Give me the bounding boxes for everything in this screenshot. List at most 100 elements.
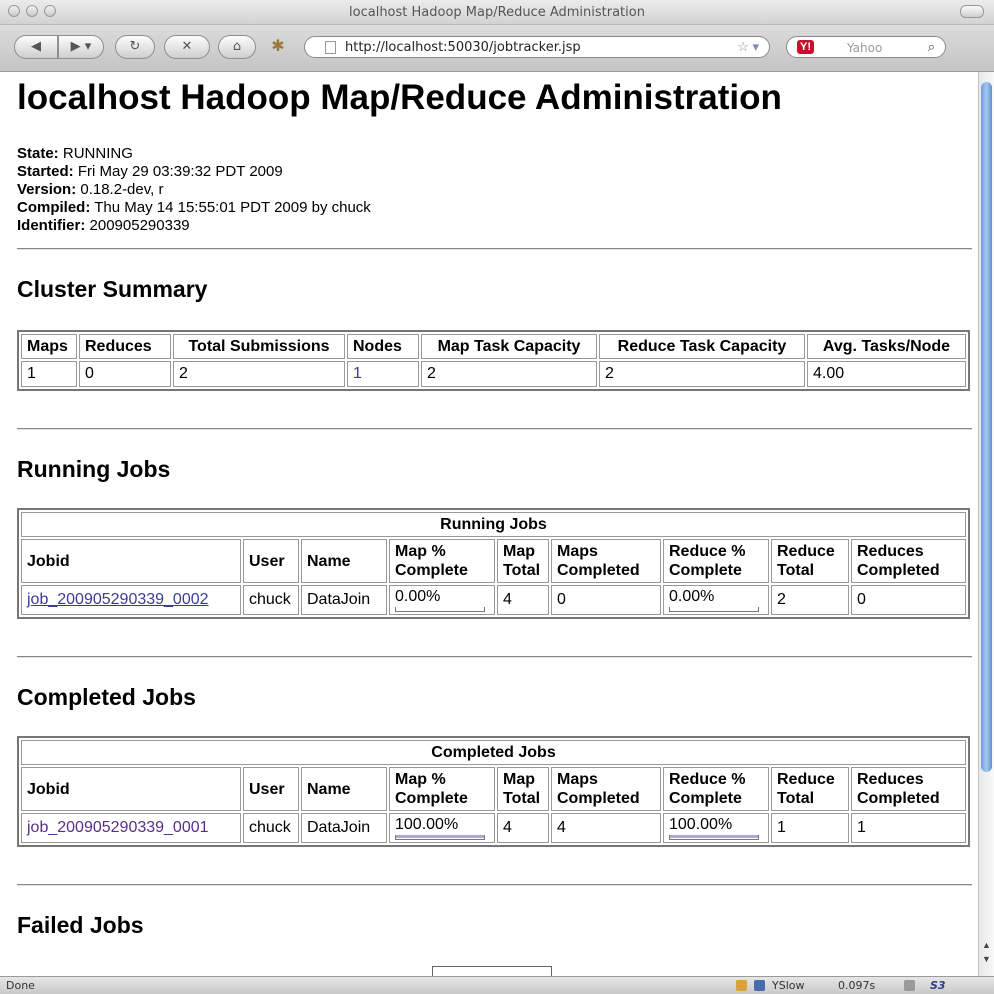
reduces-completed: 0	[851, 585, 966, 615]
divider	[17, 248, 972, 250]
table-row: job_200905290339_0002 chuck DataJoin 0.0…	[21, 585, 966, 615]
running-jobs-table: Running Jobs Jobid User Name Map % Compl…	[17, 508, 970, 619]
toolbar-toggle-button[interactable]	[960, 5, 984, 18]
table-header: Reduce Total	[771, 767, 849, 811]
table-header: User	[243, 539, 299, 583]
load-time: 0.097s	[838, 979, 876, 992]
failed-jobs-table-edge	[432, 966, 552, 976]
page-title: localhost Hadoop Map/Reduce Administrati…	[17, 78, 782, 117]
home-button[interactable]: ⌂	[218, 35, 256, 59]
table-header: Reduces Completed	[851, 767, 966, 811]
table-header: Maps Completed	[551, 767, 661, 811]
reduces-completed: 1	[851, 813, 966, 843]
map-percent: 0.00%	[395, 588, 441, 605]
map-progress-fill	[396, 835, 484, 838]
addon-icon[interactable]	[736, 980, 747, 991]
yslow-label[interactable]: YSlow	[772, 979, 804, 992]
identifier-value: 200905290339	[89, 217, 190, 234]
s3-organizer-icon[interactable]: S3	[930, 979, 946, 992]
table-header: Maps	[21, 334, 77, 359]
map-total: 4	[497, 585, 549, 615]
table-header: Map Task Capacity	[421, 334, 597, 359]
firebug-button[interactable]: ✱	[264, 35, 292, 59]
search-bar[interactable]: Y! Yahoo ⌕	[786, 36, 946, 58]
map-task-capacity: 2	[421, 361, 597, 387]
forward-button[interactable]: ▶ ▾	[58, 35, 104, 59]
nodes-link[interactable]: 1	[353, 365, 362, 382]
table-caption-row: Running Jobs	[21, 512, 966, 537]
reload-button[interactable]: ↻	[115, 35, 155, 59]
map-progress-cell: 0.00%	[389, 585, 495, 615]
scroll-down-arrow-icon[interactable]: ▼	[982, 954, 991, 964]
map-progress-cell: 100.00%	[389, 813, 495, 843]
table-row: job_200905290339_0001 chuck DataJoin 100…	[21, 813, 966, 843]
yslow-icon[interactable]	[754, 980, 765, 991]
maps-completed: 0	[551, 585, 661, 615]
jobtracker-info: State: RUNNING Started: Fri May 29 03:39…	[17, 145, 371, 235]
table-header-row: Jobid User Name Map % Complete Map Total…	[21, 767, 966, 811]
reduce-progress-cell: 100.00%	[663, 813, 769, 843]
table-header-row: Jobid User Name Map % Complete Map Total…	[21, 539, 966, 583]
table-header: Map Total	[497, 539, 549, 583]
started-label: Started:	[17, 163, 74, 180]
divider	[17, 884, 972, 886]
job-id-link[interactable]: job_200905290339_0001	[27, 819, 209, 836]
table-header: Nodes	[347, 334, 419, 359]
maps-completed: 4	[551, 813, 661, 843]
bookmark-star-icon[interactable]: ☆ ▾	[737, 39, 759, 55]
compiled-label: Compiled:	[17, 199, 91, 216]
job-user: chuck	[243, 585, 299, 615]
table-header: Jobid	[21, 539, 241, 583]
reduce-progress-fill	[670, 835, 758, 838]
window-titlebar: localhost Hadoop Map/Reduce Administrati…	[0, 0, 994, 25]
table-caption: Running Jobs	[21, 512, 966, 537]
table-header: Reduces	[79, 334, 171, 359]
completed-jobs-table: Completed Jobs Jobid User Name Map % Com…	[17, 736, 970, 847]
address-bar[interactable]: http://localhost:50030/jobtracker.jsp ☆ …	[304, 36, 770, 58]
table-header: Reduce Total	[771, 539, 849, 583]
table-header: Name	[301, 767, 387, 811]
state-value: RUNNING	[62, 145, 133, 162]
reduce-task-capacity: 2	[599, 361, 805, 387]
back-button[interactable]: ◀	[14, 35, 58, 59]
table-header: Map Total	[497, 767, 549, 811]
status-text: Done	[6, 979, 35, 992]
table-header: Avg. Tasks/Node	[807, 334, 966, 359]
page-content: localhost Hadoop Map/Reduce Administrati…	[0, 72, 978, 976]
table-header: Reduce % Complete	[663, 539, 769, 583]
vertical-scrollbar[interactable]: ▲ ▼	[978, 72, 994, 976]
url-text[interactable]: http://localhost:50030/jobtracker.jsp	[345, 40, 581, 55]
job-id-link[interactable]: job_200905290339_0002	[27, 591, 209, 608]
search-icon[interactable]: ⌕	[928, 39, 935, 55]
table-header: Name	[301, 539, 387, 583]
divider	[17, 656, 972, 658]
table-header: Map % Complete	[389, 767, 495, 811]
bug-icon: ✱	[271, 36, 285, 55]
version-value: 0.18.2-dev, r	[80, 181, 164, 198]
running-jobs-heading: Running Jobs	[17, 456, 171, 482]
search-input[interactable]: Yahoo	[847, 41, 882, 55]
completed-jobs-heading: Completed Jobs	[17, 684, 196, 710]
divider	[17, 428, 972, 430]
started-value: Fri May 29 03:39:32 PDT 2009	[77, 163, 283, 180]
avg-tasks-per-node: 4.00	[807, 361, 966, 387]
window-title: localhost Hadoop Map/Reduce Administrati…	[349, 5, 645, 20]
page-icon	[325, 41, 336, 54]
addon-icon[interactable]	[904, 980, 915, 991]
job-user: chuck	[243, 813, 299, 843]
scroll-thumb[interactable]	[981, 82, 992, 772]
table-header: Reduces Completed	[851, 539, 966, 583]
scroll-up-arrow-icon[interactable]: ▲	[982, 940, 991, 950]
yahoo-engine-icon[interactable]: Y!	[797, 40, 814, 54]
reduce-percent: 100.00%	[669, 816, 733, 833]
cluster-summary-table: Maps Reduces Total Submissions Nodes Map…	[17, 330, 970, 391]
reduce-total: 2	[771, 585, 849, 615]
stop-button[interactable]: ✕	[164, 35, 210, 59]
forward-arrow-icon: ▶ ▾	[70, 39, 92, 54]
table-header: Jobid	[21, 767, 241, 811]
total-submissions: 2	[173, 361, 345, 387]
cluster-summary-heading: Cluster Summary	[17, 276, 208, 302]
status-bar: Done YSlow 0.097s S3	[0, 976, 994, 994]
state-label: State:	[17, 145, 59, 162]
table-caption: Completed Jobs	[21, 740, 966, 765]
